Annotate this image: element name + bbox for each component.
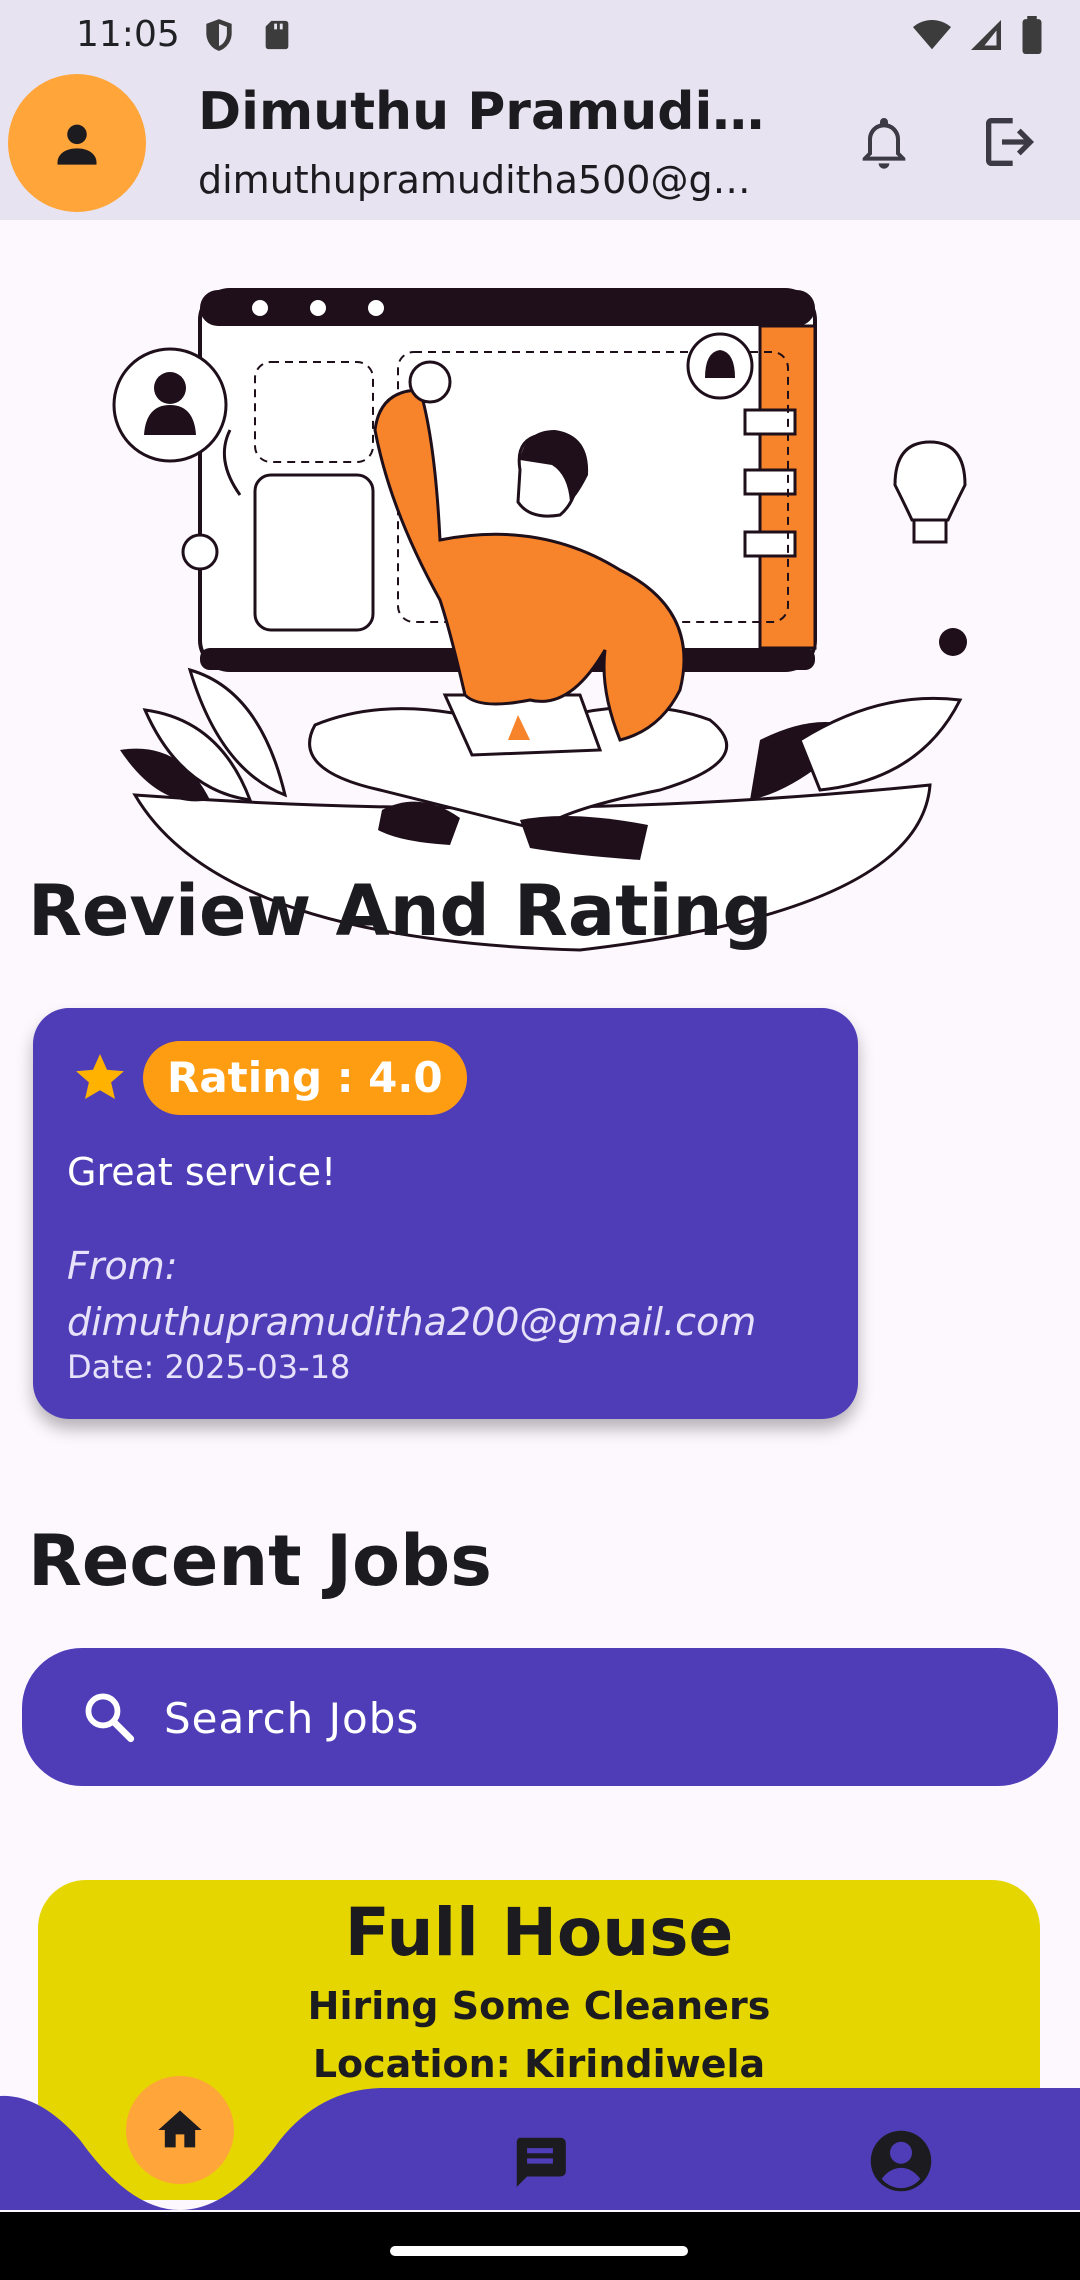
jobs-section-title: Recent Jobs bbox=[28, 1520, 492, 1602]
nav-chat-button[interactable] bbox=[506, 2130, 574, 2192]
review-comment: Great service! bbox=[67, 1150, 337, 1194]
search-bar[interactable] bbox=[22, 1648, 1058, 1786]
review-from: From: dimuthupramuditha200@gmail.com bbox=[67, 1238, 756, 1350]
gesture-handle[interactable] bbox=[390, 2246, 688, 2256]
nav-profile-button[interactable] bbox=[868, 2128, 934, 2194]
status-bar: 11:05 bbox=[0, 0, 1080, 70]
search-input[interactable] bbox=[162, 1678, 1006, 1758]
status-left-icons bbox=[200, 16, 294, 54]
person-icon bbox=[57, 124, 97, 165]
app-header: Dimuthu Pramuditha dimuthupramuditha500@… bbox=[0, 70, 1080, 220]
home-icon bbox=[158, 2110, 202, 2148]
logout-icon bbox=[986, 118, 1034, 166]
job-title: Full House bbox=[344, 1894, 734, 1971]
user-name: Dimuthu Pramuditha bbox=[198, 82, 778, 142]
review-section-title: Review And Rating bbox=[28, 870, 773, 952]
review-from-label: From: bbox=[67, 1244, 178, 1288]
notifications-button[interactable] bbox=[852, 110, 916, 174]
bell-icon bbox=[862, 118, 906, 169]
sd-card-icon bbox=[265, 20, 289, 50]
logout-button[interactable] bbox=[978, 110, 1048, 174]
nav-home-button[interactable] bbox=[126, 2076, 234, 2184]
status-right-icons bbox=[912, 16, 1044, 54]
rating-badge: Rating : 4.0 bbox=[143, 1041, 467, 1115]
review-card[interactable]: Rating : 4.0 Great service! From: dimuth… bbox=[33, 1008, 858, 1419]
review-date: Date: 2025-03-18 bbox=[67, 1348, 351, 1386]
profile-icon bbox=[870, 2130, 932, 2192]
chat-icon bbox=[516, 2137, 566, 2187]
hero-illustration bbox=[112, 288, 967, 952]
star-icon bbox=[76, 1054, 124, 1099]
avatar[interactable] bbox=[8, 74, 146, 212]
shield-icon bbox=[206, 19, 232, 51]
search-icon bbox=[85, 1693, 135, 1743]
battery-icon bbox=[1022, 16, 1042, 54]
user-email: dimuthupramuditha500@gmail.com bbox=[198, 158, 758, 202]
review-from-email: dimuthupramuditha200@gmail.com bbox=[67, 1300, 757, 1344]
signal-icon bbox=[971, 20, 1001, 50]
wifi-icon bbox=[913, 19, 951, 50]
job-subtitle: Hiring Some Cleaners bbox=[307, 1984, 771, 2028]
status-time: 11:05 bbox=[76, 14, 180, 55]
